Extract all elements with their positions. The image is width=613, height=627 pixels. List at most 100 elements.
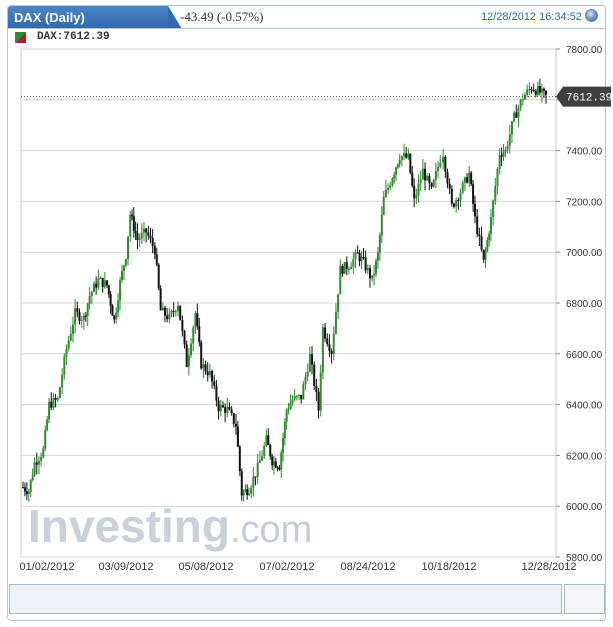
candle-body xyxy=(170,310,173,314)
candle-body xyxy=(196,313,199,326)
candle-body xyxy=(421,168,424,180)
candle-body xyxy=(444,157,447,172)
x-tick-label: 05/08/2012 xyxy=(178,561,233,573)
candle-body xyxy=(145,228,148,233)
candle-body xyxy=(155,254,158,265)
candle-body xyxy=(219,405,222,412)
candle-body xyxy=(204,364,207,372)
candle-body xyxy=(76,308,79,312)
candle-body xyxy=(101,277,104,288)
candle-body xyxy=(356,252,359,254)
candle-body xyxy=(177,305,180,312)
candle-body xyxy=(280,452,283,470)
candle-body xyxy=(99,277,102,279)
candle-body xyxy=(254,476,257,478)
last-value-label: 7612.39 xyxy=(566,93,612,105)
candle-body xyxy=(263,445,266,457)
candle-body xyxy=(380,214,383,236)
candle-body xyxy=(457,199,460,201)
candle-body xyxy=(407,153,410,158)
candle-body xyxy=(80,320,83,322)
candle-body xyxy=(545,90,547,95)
candle-body xyxy=(29,479,32,492)
candle-body xyxy=(387,187,390,191)
y-tick-label: 6600.00 xyxy=(566,350,603,361)
candle-body xyxy=(74,308,77,325)
candle-body xyxy=(450,188,453,204)
candle-body xyxy=(129,214,132,237)
candle-body xyxy=(519,99,522,108)
candle-body xyxy=(350,266,353,269)
candle-body xyxy=(532,89,535,91)
candle-body xyxy=(455,199,458,207)
candle-body xyxy=(502,152,505,157)
candle-body xyxy=(27,491,30,495)
candle-body xyxy=(138,238,141,240)
candle-body xyxy=(389,185,392,188)
candle-body xyxy=(368,268,371,279)
candle-body xyxy=(415,195,418,199)
candle-body xyxy=(163,307,166,316)
candle-body xyxy=(500,155,503,157)
price-chart[interactable]: 5800.006000.006200.006400.006600.006800.… xyxy=(0,0,613,627)
candle-body xyxy=(117,300,120,313)
candle-body xyxy=(297,394,300,396)
candle-body xyxy=(151,238,154,246)
candle-body xyxy=(300,394,303,400)
candle-body xyxy=(122,265,125,272)
candle-body xyxy=(238,446,241,472)
candle-body xyxy=(302,384,305,400)
candle-body xyxy=(256,462,259,477)
candle-body xyxy=(206,371,209,376)
candle-body xyxy=(508,134,511,146)
candle-body xyxy=(384,190,387,197)
candle-body xyxy=(136,233,139,240)
candle-body xyxy=(321,327,324,373)
candle-body xyxy=(313,364,316,386)
candle-body xyxy=(463,177,466,183)
candle-body xyxy=(107,285,110,295)
candle-body xyxy=(252,476,255,488)
candle-body xyxy=(345,262,348,270)
candle-body xyxy=(337,294,340,312)
candle-body xyxy=(328,344,331,351)
candle-body xyxy=(113,315,116,320)
candle-body xyxy=(486,240,489,251)
candle-body xyxy=(526,89,529,95)
navigator-scrollbar[interactable] xyxy=(564,584,605,614)
candle-body xyxy=(306,371,309,377)
x-tick-label: 01/02/2012 xyxy=(19,561,74,573)
navigator-panel[interactable] xyxy=(9,584,562,614)
y-tick-label: 7800.00 xyxy=(566,45,603,56)
candle-body xyxy=(480,236,483,250)
candle-body xyxy=(326,338,329,345)
candle-body xyxy=(413,185,416,199)
candle-body xyxy=(409,153,412,173)
candle-body xyxy=(132,216,135,231)
candle-body xyxy=(228,406,231,410)
candle-body xyxy=(364,257,367,271)
candle-body xyxy=(50,401,53,408)
candle-body xyxy=(540,88,543,93)
candle-body xyxy=(58,387,61,398)
candle-body xyxy=(282,438,285,453)
candle-body xyxy=(111,305,114,316)
candle-body xyxy=(304,376,307,385)
candle-body xyxy=(159,288,162,311)
candle-body xyxy=(308,354,311,372)
candle-body xyxy=(115,312,118,320)
candle-body xyxy=(200,342,203,369)
candle-body xyxy=(44,429,47,449)
candle-body xyxy=(538,86,541,93)
candle-body xyxy=(269,444,272,457)
candle-body xyxy=(56,397,59,400)
candle-body xyxy=(506,145,509,150)
candle-body xyxy=(272,461,275,466)
candle-body xyxy=(42,448,45,457)
candle-body xyxy=(289,403,292,409)
candle-body xyxy=(382,196,385,215)
candle-body xyxy=(120,271,123,281)
x-tick-label: 10/18/2012 xyxy=(421,561,476,573)
candle-body xyxy=(283,421,286,439)
candle-body xyxy=(54,397,57,400)
